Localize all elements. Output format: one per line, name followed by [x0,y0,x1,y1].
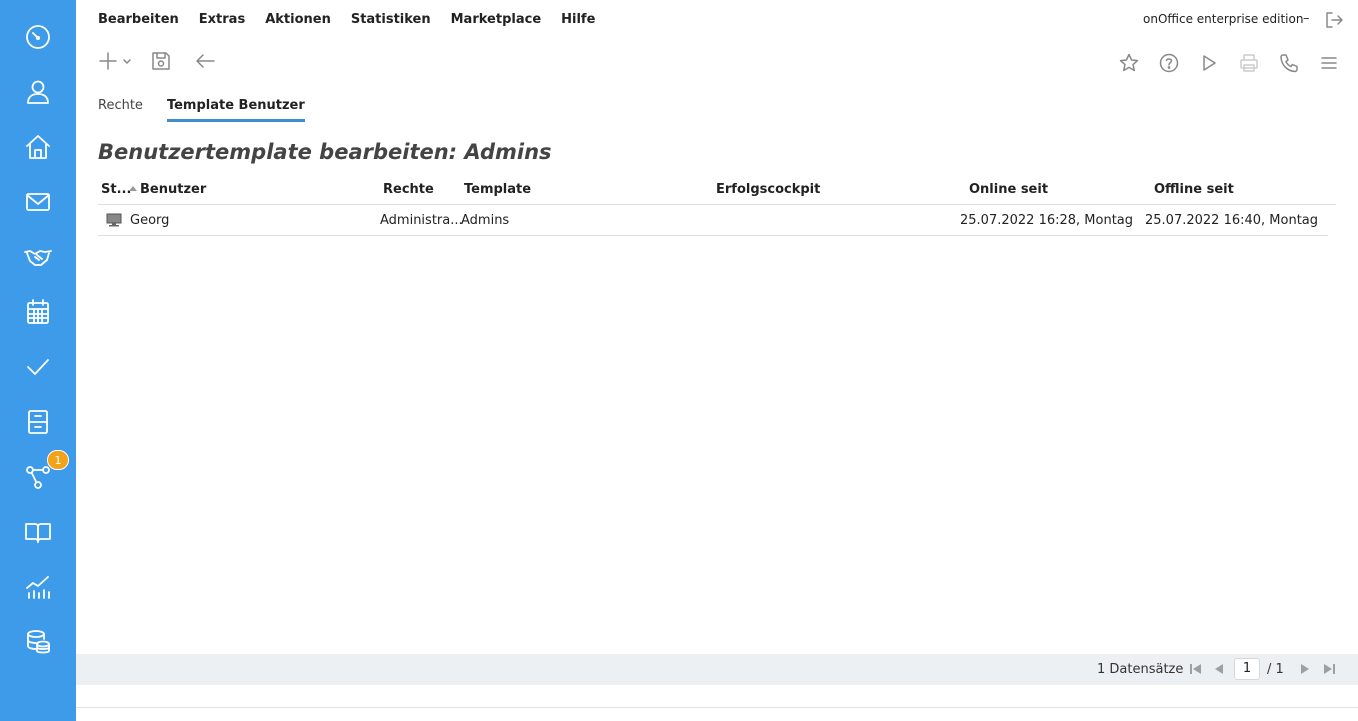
statistics-icon[interactable] [22,571,54,603]
cell-benutzer: Georg [130,213,170,228]
cell-rechte: Administra... [380,213,463,228]
table-row[interactable]: Georg Administra... Admins 25.07.2022 16… [98,205,1328,236]
page-number-input[interactable]: 1 [1234,658,1260,680]
help-icon[interactable] [1158,52,1180,74]
page-total: / 1 [1267,662,1284,677]
menu-marketplace[interactable]: Marketplace [451,12,542,30]
menu-statistiken[interactable]: Statistiken [351,12,431,30]
minimize-button[interactable]: – [1303,11,1310,26]
mail-icon[interactable] [22,186,54,218]
last-page-icon[interactable] [1322,662,1336,676]
tab-template-benutzer[interactable]: Template Benutzer [166,98,305,122]
plus-icon [99,52,131,70]
add-button[interactable] [97,50,135,72]
save-icon[interactable] [150,50,172,72]
main-menu: Bearbeiten Extras Aktionen Statistiken M… [98,12,595,30]
menu-extras[interactable]: Extras [199,12,245,30]
record-count: 1 Datensätze [1097,662,1184,677]
next-page-icon[interactable] [1298,662,1312,676]
home-icon[interactable] [22,131,54,163]
column-header-rechte[interactable]: Rechte [383,182,434,197]
filing-cabinet-icon[interactable] [22,406,54,438]
first-page-icon[interactable] [1189,662,1203,676]
menu-hilfe[interactable]: Hilfe [561,12,595,30]
hamburger-menu-icon[interactable] [1318,52,1340,74]
database-icon[interactable] [22,626,54,658]
monitor-icon [106,213,122,231]
sort-ascending-icon [129,186,137,191]
column-header-status[interactable]: St... [101,182,131,197]
column-header-online[interactable]: Online seit [969,182,1048,197]
handshake-icon[interactable] [22,241,54,273]
pagination-bar: 1 Datensätze 1 / 1 [76,654,1358,685]
cell-template: Admins [461,213,510,228]
column-header-benutzer-label: Benutzer [140,182,207,197]
menu-aktionen[interactable]: Aktionen [265,12,331,30]
person-icon[interactable] [22,76,54,108]
sidebar: 1 [0,0,76,721]
logout-icon[interactable] [1324,10,1344,30]
notification-badge: 1 [47,450,69,470]
column-header-erfolgscockpit[interactable]: Erfolgscockpit [716,182,820,197]
book-icon[interactable] [22,516,54,548]
tab-bar: Rechte Template Benutzer [98,98,305,122]
divider [76,707,1358,708]
column-header-offline[interactable]: Offline seit [1154,182,1234,197]
print-icon[interactable] [1238,52,1260,74]
tab-rechte[interactable]: Rechte [98,98,143,122]
calendar-icon[interactable] [22,296,54,328]
play-icon[interactable] [1198,52,1220,74]
column-header-template[interactable]: Template [464,182,531,197]
cell-offline: 25.07.2022 16:40, Montag [1145,213,1319,228]
check-icon[interactable] [22,351,54,383]
column-header-benutzer[interactable]: Benutzer [129,182,206,197]
cell-online: 25.07.2022 16:28, Montag [960,213,1134,228]
previous-page-icon[interactable] [1212,662,1226,676]
users-table: St... Benutzer Rechte Template Erfolgsco… [98,178,1336,236]
page-title: Benutzertemplate bearbeiten: Admins [98,140,552,164]
edition-label: onOffice enterprise edition [1143,12,1304,26]
dashboard-icon[interactable] [22,21,54,53]
star-icon[interactable] [1118,52,1140,74]
phone-icon[interactable] [1278,52,1300,74]
back-arrow-icon[interactable] [194,50,216,72]
menu-bearbeiten[interactable]: Bearbeiten [98,12,179,30]
table-header: St... Benutzer Rechte Template Erfolgsco… [98,178,1336,205]
